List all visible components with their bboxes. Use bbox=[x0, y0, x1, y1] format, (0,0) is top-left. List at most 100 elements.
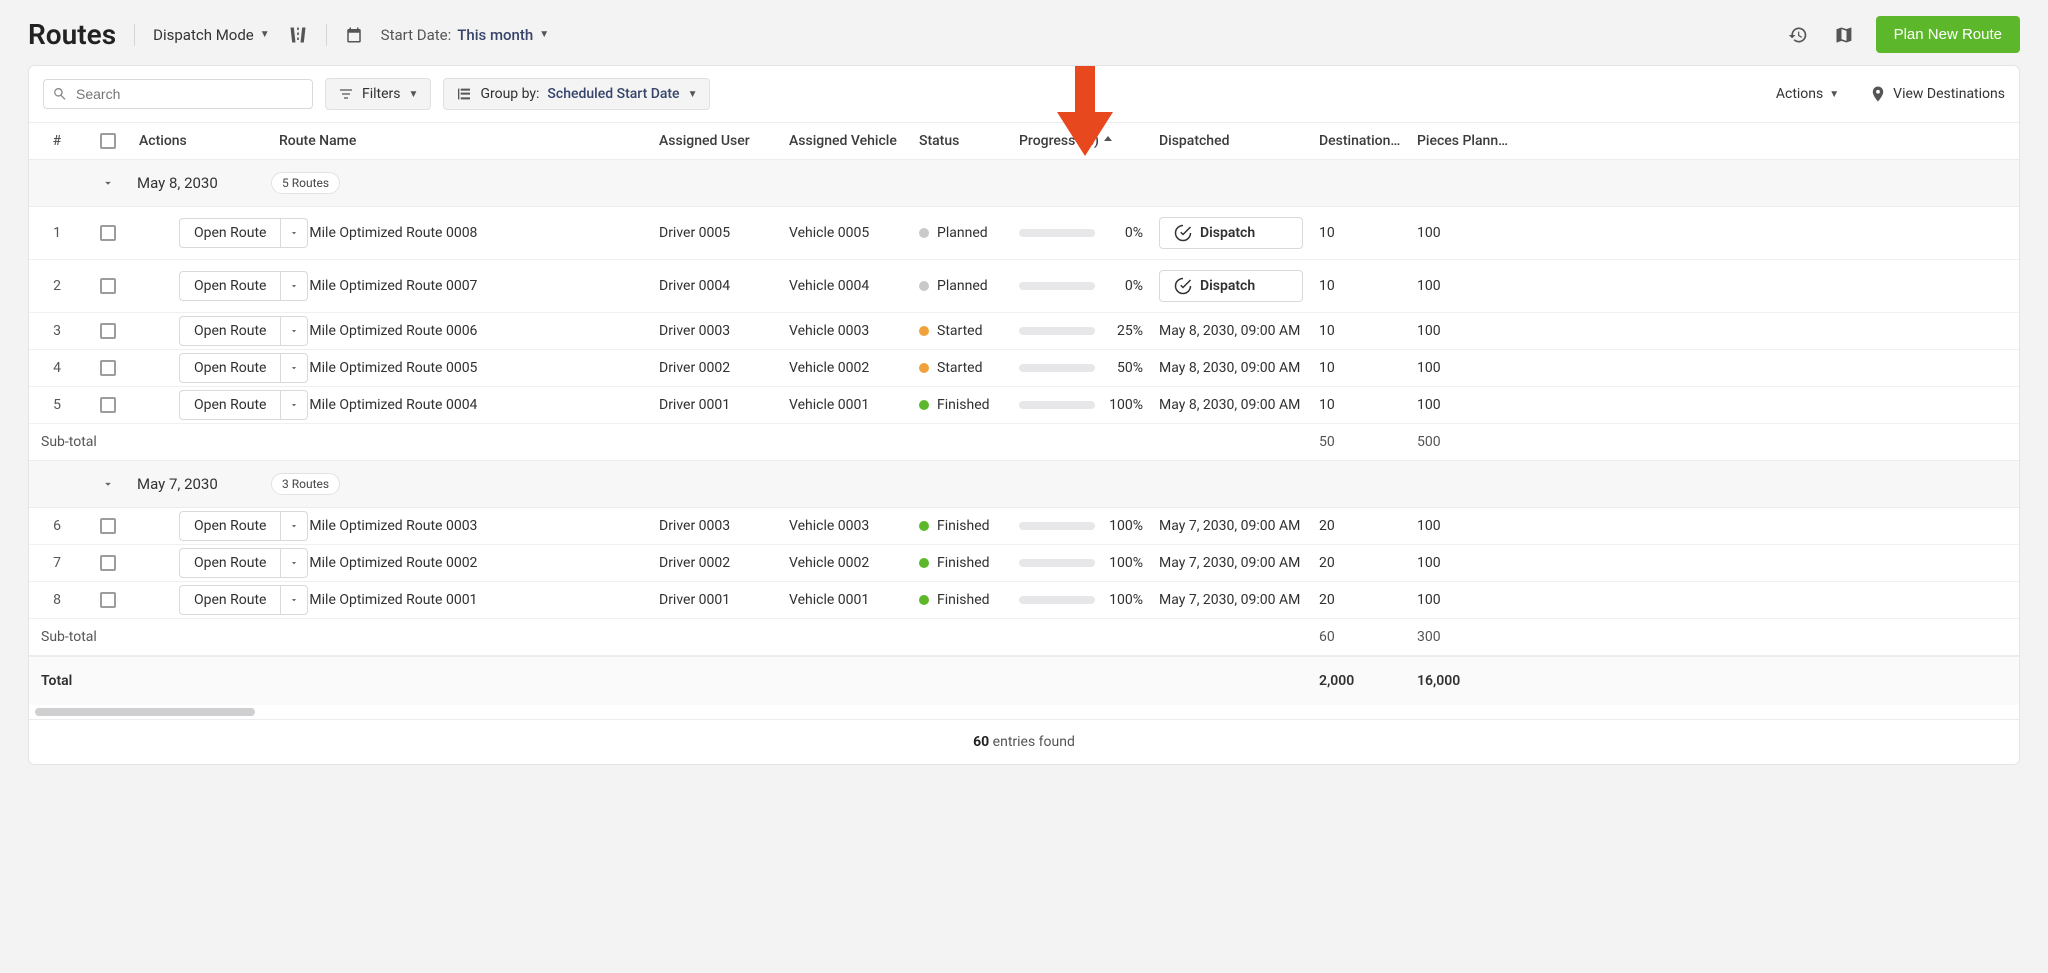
status-dot-icon bbox=[919, 521, 929, 531]
row-checkbox[interactable] bbox=[100, 518, 116, 534]
col-status[interactable]: Status bbox=[911, 133, 1011, 149]
road-icon[interactable] bbox=[288, 25, 308, 45]
route-name[interactable]: Last Mile Optimized Route 0008 bbox=[271, 225, 651, 241]
open-route-button[interactable]: Open Route bbox=[179, 511, 280, 541]
open-route-split-button: Open Route bbox=[179, 390, 308, 420]
destinations-count: 20 bbox=[1311, 518, 1409, 534]
progress-track bbox=[1019, 229, 1095, 237]
groupby-button[interactable]: Group by: Scheduled Start Date ▼ bbox=[443, 78, 710, 110]
row-checkbox[interactable] bbox=[100, 323, 116, 339]
open-route-button[interactable]: Open Route bbox=[179, 271, 280, 301]
filters-button[interactable]: Filters ▼ bbox=[325, 78, 431, 110]
assigned-user: Driver 0001 bbox=[651, 397, 781, 413]
destinations-count: 10 bbox=[1311, 225, 1409, 241]
route-name[interactable]: Last Mile Optimized Route 0005 bbox=[271, 360, 651, 376]
col-progress[interactable]: Progress (%) bbox=[1011, 133, 1151, 149]
route-name[interactable]: Last Mile Optimized Route 0001 bbox=[271, 592, 651, 608]
open-route-caret[interactable] bbox=[280, 353, 308, 383]
actions-label: Actions bbox=[1776, 86, 1823, 102]
progress-track bbox=[1019, 596, 1095, 604]
open-route-button[interactable]: Open Route bbox=[179, 218, 280, 248]
pieces-planned: 100 bbox=[1409, 360, 1519, 376]
col-actions[interactable]: Actions bbox=[131, 133, 271, 149]
route-name[interactable]: Last Mile Optimized Route 0003 bbox=[271, 518, 651, 534]
view-destinations-button[interactable]: View Destinations bbox=[1869, 85, 2005, 103]
col-select-all[interactable] bbox=[85, 133, 131, 149]
pieces-planned: 100 bbox=[1409, 225, 1519, 241]
status-cell: Started bbox=[911, 323, 1011, 339]
route-name[interactable]: Last Mile Optimized Route 0006 bbox=[271, 323, 651, 339]
col-route-name[interactable]: Route Name bbox=[271, 133, 651, 149]
route-name[interactable]: Last Mile Optimized Route 0002 bbox=[271, 555, 651, 571]
plan-new-route-button[interactable]: Plan New Route bbox=[1876, 16, 2020, 53]
start-date-prefix: Start Date: bbox=[381, 26, 452, 44]
open-route-caret[interactable] bbox=[280, 390, 308, 420]
start-date-dropdown[interactable]: Start Date: This month ▼ bbox=[381, 26, 549, 44]
assigned-user: Driver 0001 bbox=[651, 592, 781, 608]
history-icon[interactable] bbox=[1784, 21, 1812, 49]
status-dot-icon bbox=[919, 558, 929, 568]
open-route-button[interactable]: Open Route bbox=[179, 585, 280, 615]
row-number: 5 bbox=[29, 397, 85, 413]
open-route-caret[interactable] bbox=[280, 271, 308, 301]
destinations-count: 10 bbox=[1311, 360, 1409, 376]
dispatch-button[interactable]: Dispatch bbox=[1159, 270, 1303, 302]
dispatch-button[interactable]: Dispatch bbox=[1159, 217, 1303, 249]
open-route-button[interactable]: Open Route bbox=[179, 390, 280, 420]
chevron-down-icon[interactable] bbox=[101, 176, 115, 190]
route-name[interactable]: Last Mile Optimized Route 0004 bbox=[271, 397, 651, 413]
open-route-caret[interactable] bbox=[280, 218, 308, 248]
group-date: May 7, 2030 bbox=[131, 475, 271, 493]
chevron-down-icon[interactable] bbox=[101, 477, 115, 491]
caret-down-icon: ▼ bbox=[260, 29, 270, 40]
subtotal-pieces: 300 bbox=[1409, 629, 1519, 645]
open-route-caret[interactable] bbox=[280, 585, 308, 615]
col-assigned-vehicle[interactable]: Assigned Vehicle bbox=[781, 133, 911, 149]
open-route-button[interactable]: Open Route bbox=[179, 353, 280, 383]
table-row: 7 Last Mile Optimized Route 0002Driver 0… bbox=[29, 545, 2019, 582]
dispatched-time: May 8, 2030, 09:00 AM bbox=[1151, 397, 1311, 413]
open-route-caret[interactable] bbox=[280, 548, 308, 578]
map-icon[interactable] bbox=[1830, 21, 1858, 49]
actions-dropdown[interactable]: Actions ▼ bbox=[1776, 86, 1839, 102]
search-input-wrap[interactable] bbox=[43, 79, 313, 109]
row-checkbox[interactable] bbox=[100, 225, 116, 241]
col-dispatched[interactable]: Dispatched bbox=[1151, 133, 1311, 149]
col-destinations[interactable]: Destinations... bbox=[1311, 133, 1409, 149]
progress-percent: 0% bbox=[1105, 278, 1143, 294]
status-label: Started bbox=[937, 323, 983, 339]
progress-track bbox=[1019, 559, 1095, 567]
row-checkbox[interactable] bbox=[100, 360, 116, 376]
col-assigned-user[interactable]: Assigned User bbox=[651, 133, 781, 149]
open-route-button[interactable]: Open Route bbox=[179, 548, 280, 578]
scrollbar-thumb[interactable] bbox=[35, 708, 255, 716]
entries-found-label: entries found bbox=[993, 734, 1075, 750]
row-number: 2 bbox=[29, 278, 85, 294]
progress-cell: 25% bbox=[1011, 323, 1151, 339]
route-name[interactable]: Last Mile Optimized Route 0007 bbox=[271, 278, 651, 294]
destinations-count: 20 bbox=[1311, 555, 1409, 571]
dispatch-mode-dropdown[interactable]: Dispatch Mode ▼ bbox=[153, 26, 270, 44]
open-route-caret[interactable] bbox=[280, 511, 308, 541]
search-input[interactable] bbox=[74, 85, 304, 103]
table-row: 5 Last Mile Optimized Route 0004Driver 0… bbox=[29, 387, 2019, 424]
assigned-vehicle: Vehicle 0001 bbox=[781, 592, 911, 608]
calendar-icon[interactable] bbox=[345, 26, 363, 44]
progress-cell: 100% bbox=[1011, 592, 1151, 608]
row-checkbox[interactable] bbox=[100, 278, 116, 294]
col-num[interactable]: # bbox=[29, 133, 85, 149]
open-route-button[interactable]: Open Route bbox=[179, 316, 280, 346]
row-checkbox[interactable] bbox=[100, 397, 116, 413]
progress-percent: 50% bbox=[1105, 360, 1143, 376]
progress-cell: 50% bbox=[1011, 360, 1151, 376]
checkbox-icon[interactable] bbox=[100, 133, 116, 149]
progress-track bbox=[1019, 364, 1095, 372]
assigned-vehicle: Vehicle 0003 bbox=[781, 323, 911, 339]
row-checkbox[interactable] bbox=[100, 555, 116, 571]
open-route-caret[interactable] bbox=[280, 316, 308, 346]
horizontal-scrollbar[interactable] bbox=[29, 705, 2019, 719]
progress-percent: 100% bbox=[1105, 555, 1143, 571]
row-checkbox[interactable] bbox=[100, 592, 116, 608]
subtotal-label: Sub-total bbox=[29, 434, 271, 450]
col-pieces-planned[interactable]: Pieces Planned bbox=[1409, 133, 1519, 149]
